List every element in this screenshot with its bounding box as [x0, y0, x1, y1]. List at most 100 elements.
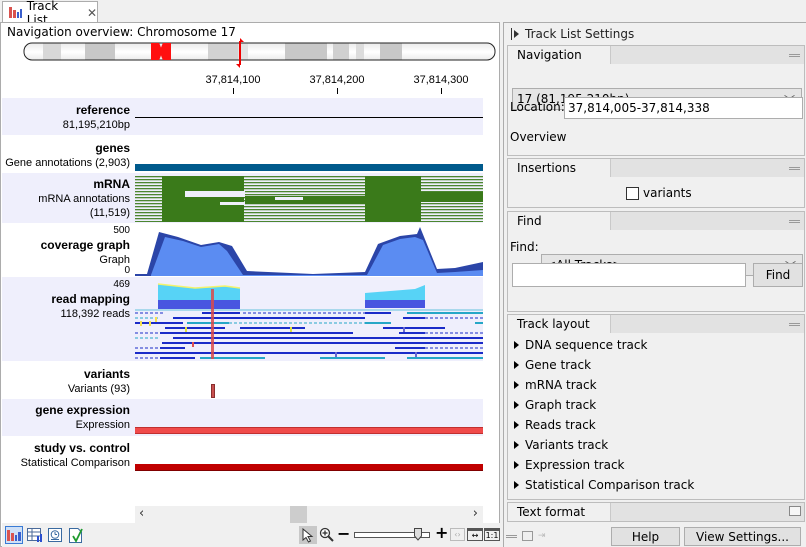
expand-triangle-icon[interactable]: [514, 421, 519, 429]
settings-toolbar: ⇥: [506, 531, 548, 541]
minimize-icon[interactable]: [789, 54, 800, 57]
close-icon[interactable]: ✕: [87, 6, 97, 20]
statistical-comparison-bar[interactable]: [135, 464, 483, 471]
ruler-label: 37,814,300: [413, 74, 469, 86]
track-gene-expression[interactable]: gene expression Expression: [2, 399, 483, 436]
snp-mark: [149, 321, 151, 326]
pointer-icon: [302, 527, 314, 543]
gene-annotation-bar[interactable]: [135, 164, 483, 171]
insertions-variants-option[interactable]: variants: [626, 186, 692, 200]
track-layout-item[interactable]: Statistical Comparison track: [508, 475, 804, 495]
track-layout-item[interactable]: mRNA track: [508, 375, 804, 395]
track-layout-item[interactable]: Gene track: [508, 355, 804, 375]
track-mrna[interactable]: mRNA mRNA annotations (11,519): [2, 173, 483, 223]
view-settings-button[interactable]: View Settings...: [684, 527, 801, 546]
expand-triangle-icon[interactable]: [514, 401, 519, 409]
find-section: Find Find: <All Tracks> ﹀ Find: [507, 211, 805, 312]
zoom-to-fit-button[interactable]: ↔: [467, 528, 483, 541]
read-mapping-view[interactable]: [135, 281, 483, 359]
zoom-out-button[interactable]: −: [337, 524, 350, 543]
zoom-to-selection-button[interactable]: ‹›: [450, 528, 465, 541]
mrna-exon-block: [365, 176, 421, 222]
track-coverage-graph[interactable]: 500 coverage graph Graph 0: [2, 223, 483, 277]
track-layout-section-title[interactable]: Track layout: [508, 315, 611, 333]
zoom-in-button[interactable]: +: [435, 523, 448, 542]
expand-triangle-icon[interactable]: [514, 481, 519, 489]
location-value: 37,814,005-37,814,338: [568, 101, 710, 115]
expand-triangle-icon[interactable]: [514, 441, 519, 449]
track-genes[interactable]: genes Gene annotations (2,903): [2, 135, 483, 173]
scrollbar-thumb[interactable]: [290, 506, 307, 523]
chromosome-ideogram[interactable]: [23, 42, 496, 62]
track-layout-item-label: Variants track: [525, 438, 609, 452]
zoom-slider[interactable]: [354, 528, 430, 541]
dock-icon[interactable]: ⇥: [538, 531, 548, 541]
mrna-annotations[interactable]: [135, 176, 483, 222]
track-study-vs-control[interactable]: study vs. control Statistical Comparison: [2, 436, 483, 476]
expression-bar[interactable]: [135, 427, 483, 434]
mrna-exon-block: [162, 176, 244, 222]
coverage-graph[interactable]: [135, 227, 483, 277]
settings-header[interactable]: Track List Settings: [504, 23, 806, 45]
track-read-mapping[interactable]: 469 read mapping 118,392 reads: [2, 277, 483, 361]
collapse-all-icon[interactable]: [506, 534, 517, 538]
help-button[interactable]: Help: [611, 527, 680, 546]
minimize-icon[interactable]: [789, 167, 800, 170]
bottom-toolbar: − + ‹› ↔ 1:1: [2, 523, 500, 547]
track-subtitle: Variants (93): [67, 383, 130, 395]
history-button[interactable]: [46, 526, 64, 544]
mrna-gap: [275, 197, 303, 200]
position-marker-icon[interactable]: [235, 38, 245, 68]
expand-triangle-icon[interactable]: [514, 461, 519, 469]
track-view-button[interactable]: [5, 526, 23, 544]
find-label: Find:: [510, 240, 539, 254]
snp-mark: [155, 317, 157, 322]
mrna-gap: [220, 202, 245, 205]
track-layout-item[interactable]: Reads track: [508, 415, 804, 435]
track-layout-item[interactable]: Variants track: [508, 435, 804, 455]
ruler-label: 37,814,100: [205, 74, 261, 86]
zoom-to-base-level-button[interactable]: 1:1: [484, 528, 500, 541]
track-layout-item-label: mRNA track: [525, 378, 597, 392]
validate-button[interactable]: [67, 526, 85, 544]
track-layout-item-label: DNA sequence track: [525, 338, 648, 352]
minimize-icon[interactable]: [789, 220, 800, 223]
track-layout-item[interactable]: Graph track: [508, 395, 804, 415]
variant-marker[interactable]: [211, 384, 215, 398]
find-button[interactable]: Find: [753, 263, 803, 287]
zoom-slider-thumb[interactable]: [413, 528, 422, 541]
track-name: study vs. control: [33, 441, 130, 455]
collapse-panel-icon[interactable]: [511, 28, 519, 40]
track-reference[interactable]: reference 81,195,210bp: [2, 98, 483, 135]
text-format-section-title[interactable]: Text format: [508, 503, 611, 521]
ruler-label: 37,814,200: [309, 74, 365, 86]
track-name: reference: [75, 103, 130, 117]
table-view-button[interactable]: [26, 526, 44, 544]
ruler-tick: [233, 88, 234, 94]
navigation-section-title[interactable]: Navigation: [508, 46, 611, 64]
expand-section-icon[interactable]: [789, 506, 801, 516]
scroll-left-icon[interactable]: ‹: [139, 506, 144, 521]
track-layout-item[interactable]: Expression track: [508, 455, 804, 475]
zoom-mode-button[interactable]: [318, 526, 336, 544]
scroll-right-icon[interactable]: ›: [473, 506, 478, 521]
expand-all-icon[interactable]: [522, 531, 533, 541]
track-name: genes: [95, 141, 130, 155]
location-input[interactable]: 37,814,005-37,814,338: [564, 97, 803, 119]
selection-mode-button[interactable]: [299, 526, 317, 544]
track-layout-item-label: Gene track: [525, 358, 592, 372]
insertions-section-title[interactable]: Insertions: [508, 159, 611, 177]
track-variants[interactable]: variants Variants (93): [2, 361, 483, 399]
find-input[interactable]: [512, 263, 746, 287]
horizontal-scrollbar[interactable]: ‹ ›: [135, 506, 483, 523]
centromere-left: [151, 43, 162, 60]
track-subtitle: mRNA annotations: [38, 193, 130, 205]
variants-checkbox[interactable]: [626, 186, 639, 200]
expand-triangle-icon[interactable]: [514, 361, 519, 369]
expand-triangle-icon[interactable]: [514, 341, 519, 349]
minimize-icon[interactable]: [789, 323, 800, 326]
tab-track-list[interactable]: Track List ✕: [2, 0, 98, 27]
expand-triangle-icon[interactable]: [514, 381, 519, 389]
find-section-title[interactable]: Find: [508, 212, 611, 230]
track-layout-item[interactable]: DNA sequence track: [508, 335, 804, 355]
